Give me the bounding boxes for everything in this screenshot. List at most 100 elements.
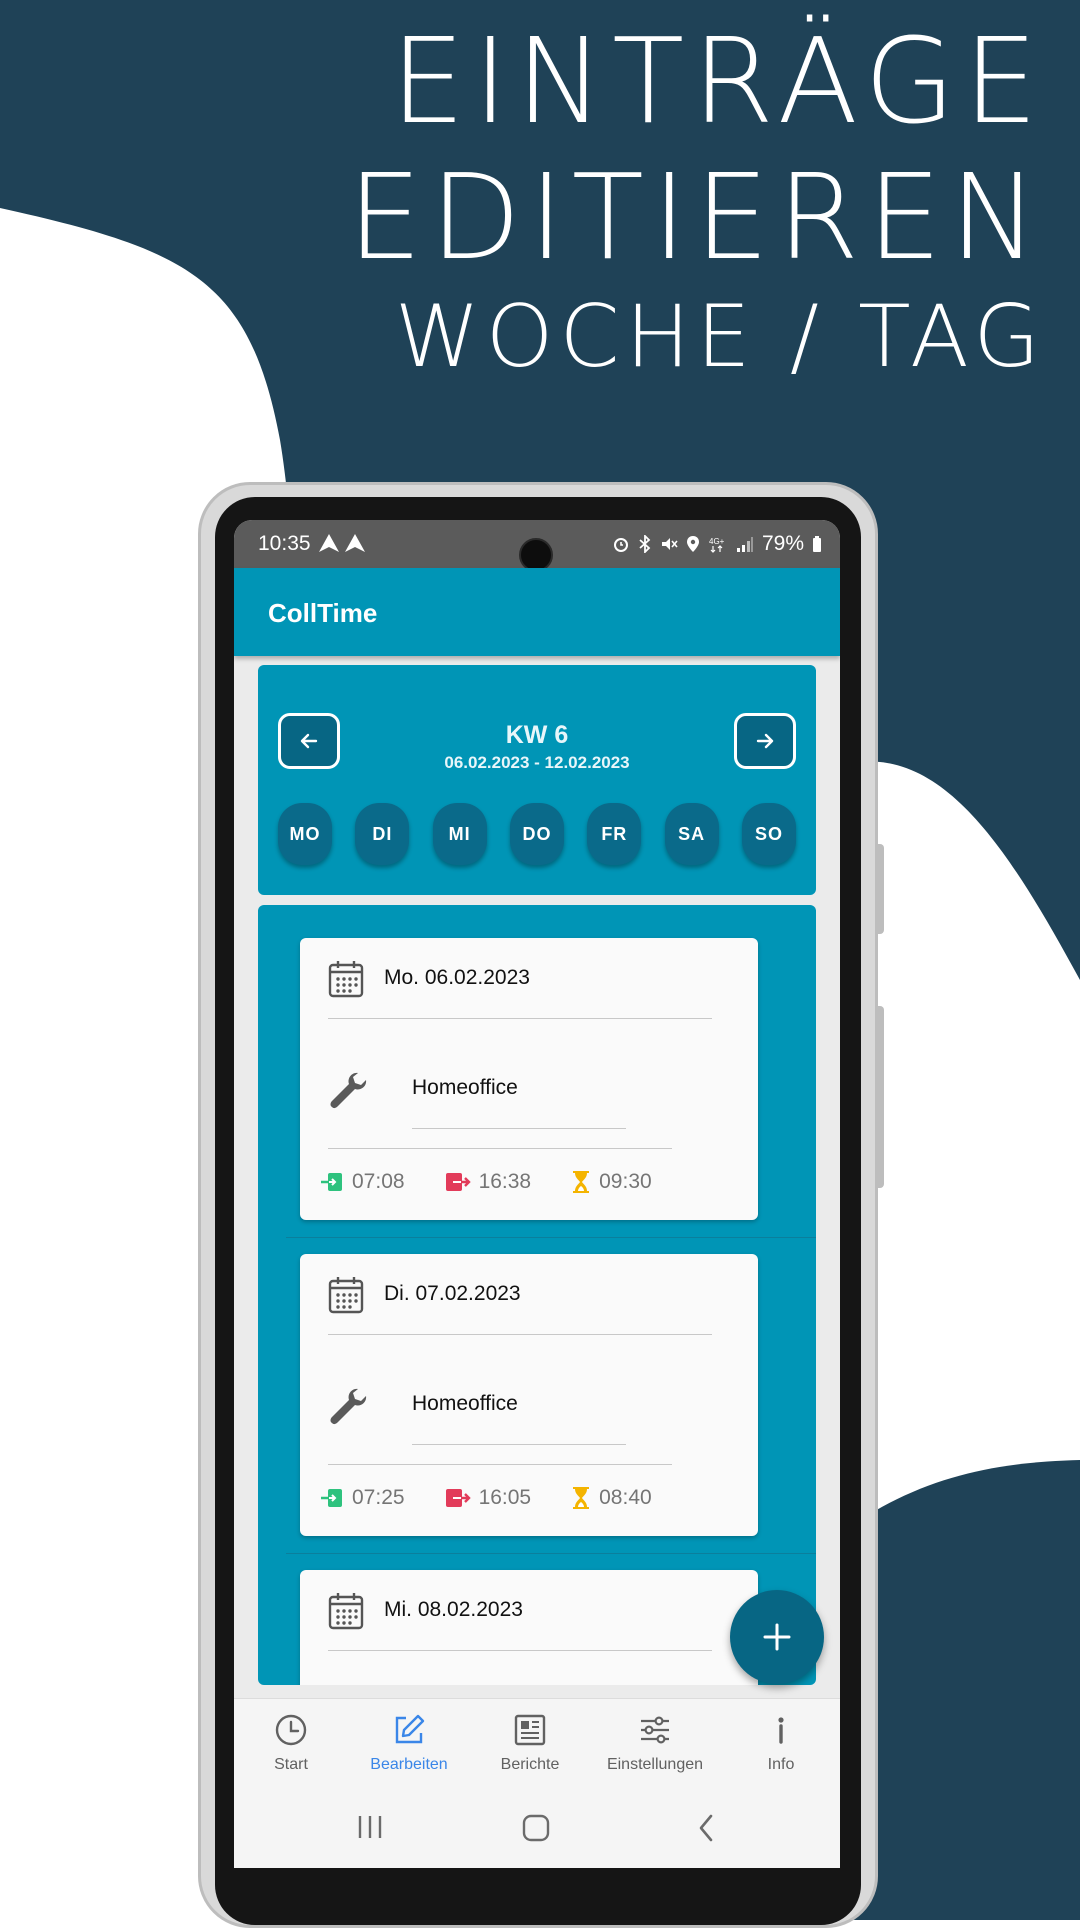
location-icon: [686, 536, 699, 552]
entry-card[interactable]: Mi. 08.02.2023: [300, 1570, 758, 1685]
nav-reports-label: Berichte: [500, 1756, 560, 1773]
alarm-icon: [613, 538, 628, 552]
home-icon[interactable]: [521, 1814, 551, 1842]
divider: [412, 1444, 626, 1445]
entry-times: 07:25 16:05 08:40: [320, 1486, 652, 1510]
end-time: 16:38: [445, 1170, 532, 1194]
bottom-navigation: Start Bearbeiten Berichte Einstellungen …: [234, 1698, 840, 1787]
bluetooth-icon: [639, 535, 651, 553]
day-button-sa[interactable]: SA: [664, 803, 719, 865]
divider: [328, 1148, 672, 1149]
calendar-icon: [328, 961, 364, 998]
entry-card[interactable]: Di. 07.02.2023 Homeoffice 07:25 16:05 08…: [300, 1254, 758, 1536]
hourglass-icon: [573, 1487, 590, 1509]
headline-line-3: WOCHE / TAG: [394, 287, 1046, 387]
navigation-arrow-icon: [345, 534, 365, 552]
divider: [328, 1018, 712, 1019]
sliders-icon: [641, 1716, 669, 1744]
entry-date: Di. 07.02.2023: [384, 1282, 521, 1305]
4g-icon: 4G+: [709, 537, 725, 553]
next-week-button[interactable]: [734, 713, 796, 769]
entry-card[interactable]: Mo. 06.02.2023 Homeoffice 07:08 16:38 09…: [300, 938, 758, 1220]
nav-reports[interactable]: Berichte: [495, 1713, 565, 1774]
divider: [412, 1128, 626, 1129]
day-button-fr[interactable]: FR: [587, 803, 642, 865]
power-button: [876, 1006, 884, 1188]
edit-icon: [395, 1714, 425, 1744]
entry-separator: [286, 1237, 816, 1238]
day-button-mi[interactable]: MI: [432, 803, 487, 865]
login-icon: [321, 1489, 342, 1507]
entries-list: Mo. 06.02.2023 Homeoffice 07:08 16:38 09…: [258, 905, 816, 1685]
arrow-right-icon: [756, 733, 774, 749]
day-button-di[interactable]: DI: [355, 803, 410, 865]
entry-date: Mo. 06.02.2023: [384, 966, 530, 989]
nav-edit-label: Bearbeiten: [370, 1756, 448, 1773]
app-title: CollTime: [268, 598, 378, 628]
status-time: 10:35: [258, 532, 311, 555]
divider: [328, 1334, 712, 1335]
end-time-value: 16:38: [478, 1170, 532, 1193]
week-number: KW 6: [505, 721, 569, 749]
calendar-icon: [328, 1593, 364, 1630]
nav-info-label: Info: [767, 1756, 795, 1773]
back-icon[interactable]: [696, 1814, 716, 1842]
newspaper-icon: [514, 1714, 546, 1746]
duration: 09:30: [571, 1170, 652, 1194]
day-button-mo[interactable]: MO: [278, 803, 332, 865]
promo-headline: EINTRÄGE EDITIEREN WOCHE / TAG: [348, 22, 1046, 380]
add-entry-button[interactable]: [730, 1590, 824, 1684]
week-date-range: 06.02.2023 - 12.02.2023: [444, 753, 630, 772]
nav-edit[interactable]: Bearbeiten: [364, 1713, 454, 1774]
info-icon: [778, 1717, 784, 1744]
app-bar: CollTime: [234, 568, 840, 656]
svg-text:4G+: 4G+: [709, 537, 725, 546]
duration: 08:40: [571, 1486, 652, 1510]
logout-icon: [445, 1173, 471, 1191]
battery-percentage: 79%: [761, 532, 804, 555]
week-selector: KW 6 06.02.2023 - 12.02.2023 MO DI MI DO…: [258, 665, 816, 895]
entry-date: Mi. 08.02.2023: [384, 1598, 523, 1621]
day-button-so[interactable]: SO: [741, 803, 796, 865]
entry-separator: [286, 1553, 816, 1554]
logout-icon: [445, 1489, 471, 1507]
entry-type: Homeoffice: [412, 1076, 518, 1099]
status-icons: 4G+ 79%: [612, 532, 822, 556]
end-time: 16:05: [445, 1486, 532, 1510]
nav-settings[interactable]: Einstellungen: [600, 1713, 710, 1774]
nav-info[interactable]: Info: [764, 1713, 798, 1774]
start-time: 07:25: [320, 1486, 405, 1510]
mute-icon: [661, 538, 678, 550]
navigation-arrow-icon: [319, 534, 339, 552]
headline-line-1: EINTRÄGE: [390, 12, 1046, 150]
day-button-do[interactable]: DO: [509, 803, 564, 865]
weekday-buttons: MO DI MI DO FR SA SO: [278, 803, 796, 865]
nav-settings-label: Einstellungen: [606, 1756, 704, 1773]
battery-icon: [813, 536, 821, 552]
login-icon: [321, 1173, 342, 1191]
nav-start-label: Start: [274, 1756, 308, 1773]
hourglass-icon: [573, 1171, 590, 1193]
divider: [328, 1650, 712, 1651]
headline-line-2: EDITIEREN: [347, 148, 1046, 286]
front-camera: [519, 538, 553, 572]
plus-icon: [763, 1623, 791, 1651]
nav-start[interactable]: Start: [270, 1713, 312, 1774]
duration-value: 09:30: [599, 1170, 652, 1193]
volume-button: [876, 844, 884, 934]
phone-screen: 10:35 4G+ 79% CollTime KW 6 06.02.2023 -…: [234, 520, 840, 1868]
divider: [328, 1464, 672, 1465]
end-time-value: 16:05: [478, 1486, 532, 1509]
start-time: 07:08: [320, 1170, 405, 1194]
wrench-icon: [330, 1072, 367, 1109]
recent-apps-icon[interactable]: [356, 1814, 384, 1840]
status-bar: 10:35 4G+ 79%: [234, 520, 840, 572]
start-time-value: 07:25: [352, 1486, 405, 1509]
wrench-icon: [330, 1388, 367, 1425]
calendar-icon: [328, 1277, 364, 1314]
signal-icon: [736, 537, 753, 552]
clock-icon: [275, 1714, 307, 1746]
system-navigation-bar: [234, 1786, 840, 1868]
duration-value: 08:40: [599, 1486, 652, 1509]
entry-type: Homeoffice: [412, 1392, 518, 1415]
